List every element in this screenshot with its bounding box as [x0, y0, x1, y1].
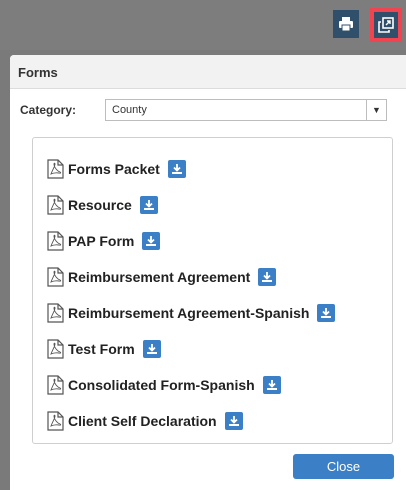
download-icon — [143, 200, 154, 210]
pdf-file-icon — [47, 411, 64, 431]
form-link[interactable]: Forms Packet — [68, 161, 160, 177]
form-link[interactable]: Consolidated Form-Spanish — [68, 377, 255, 393]
download-button[interactable] — [262, 376, 281, 394]
pdf-file-icon — [47, 195, 64, 215]
pdf-file-icon — [47, 159, 64, 179]
form-link[interactable]: Resource — [68, 197, 132, 213]
form-link[interactable]: Reimbursement Agreement-Spanish — [68, 305, 309, 321]
download-icon — [266, 380, 277, 390]
download-button[interactable] — [224, 412, 243, 430]
forms-list: Forms Packet Resource PAP Form Reimbursemen… — [32, 137, 393, 444]
pdf-file-icon — [47, 267, 64, 287]
pdf-file-icon — [47, 231, 64, 251]
form-link[interactable]: PAP Form — [68, 233, 134, 249]
download-button[interactable] — [142, 340, 161, 358]
close-button[interactable]: Close — [293, 454, 394, 479]
form-list-item: Test Form — [33, 331, 392, 367]
download-button[interactable] — [142, 232, 161, 250]
download-icon — [228, 416, 239, 426]
form-link[interactable]: Reimbursement Agreement — [68, 269, 250, 285]
popout-icon — [378, 17, 394, 33]
category-selected-value: County — [112, 104, 147, 116]
forms-modal: Forms Category: County ▼ Forms Packet Res… — [10, 55, 406, 490]
pdf-file-icon — [47, 375, 64, 395]
download-button[interactable] — [167, 160, 186, 178]
download-icon — [321, 308, 332, 318]
chevron-down-icon[interactable]: ▼ — [366, 100, 386, 120]
print-button[interactable] — [333, 10, 359, 38]
download-icon — [262, 272, 273, 282]
popout-button[interactable] — [370, 8, 402, 42]
form-link[interactable]: Test Form — [68, 341, 135, 357]
download-icon — [146, 344, 157, 354]
form-list-item: Forms Packet — [33, 151, 392, 187]
category-select[interactable]: County ▼ — [105, 99, 387, 121]
download-button[interactable] — [258, 268, 277, 286]
form-list-item: Resource — [33, 187, 392, 223]
form-list-item: PAP Form — [33, 223, 392, 259]
form-list-item: Client Self Declaration — [33, 403, 392, 439]
download-icon — [171, 164, 182, 174]
pdf-file-icon — [47, 303, 64, 323]
download-icon — [146, 236, 157, 246]
form-list-item: Reimbursement Agreement — [33, 259, 392, 295]
category-row: Category: County ▼ — [20, 98, 400, 122]
download-button[interactable] — [139, 196, 158, 214]
form-list-item: Consolidated Form-Spanish — [33, 367, 392, 403]
form-link[interactable]: Client Self Declaration — [68, 413, 217, 429]
category-label: Category: — [20, 103, 77, 117]
download-button[interactable] — [317, 304, 336, 322]
top-toolbar — [0, 0, 406, 50]
modal-title: Forms — [10, 55, 406, 89]
form-list-item: Reimbursement Agreement-Spanish — [33, 295, 392, 331]
pdf-file-icon — [47, 339, 64, 359]
print-icon — [339, 17, 353, 31]
